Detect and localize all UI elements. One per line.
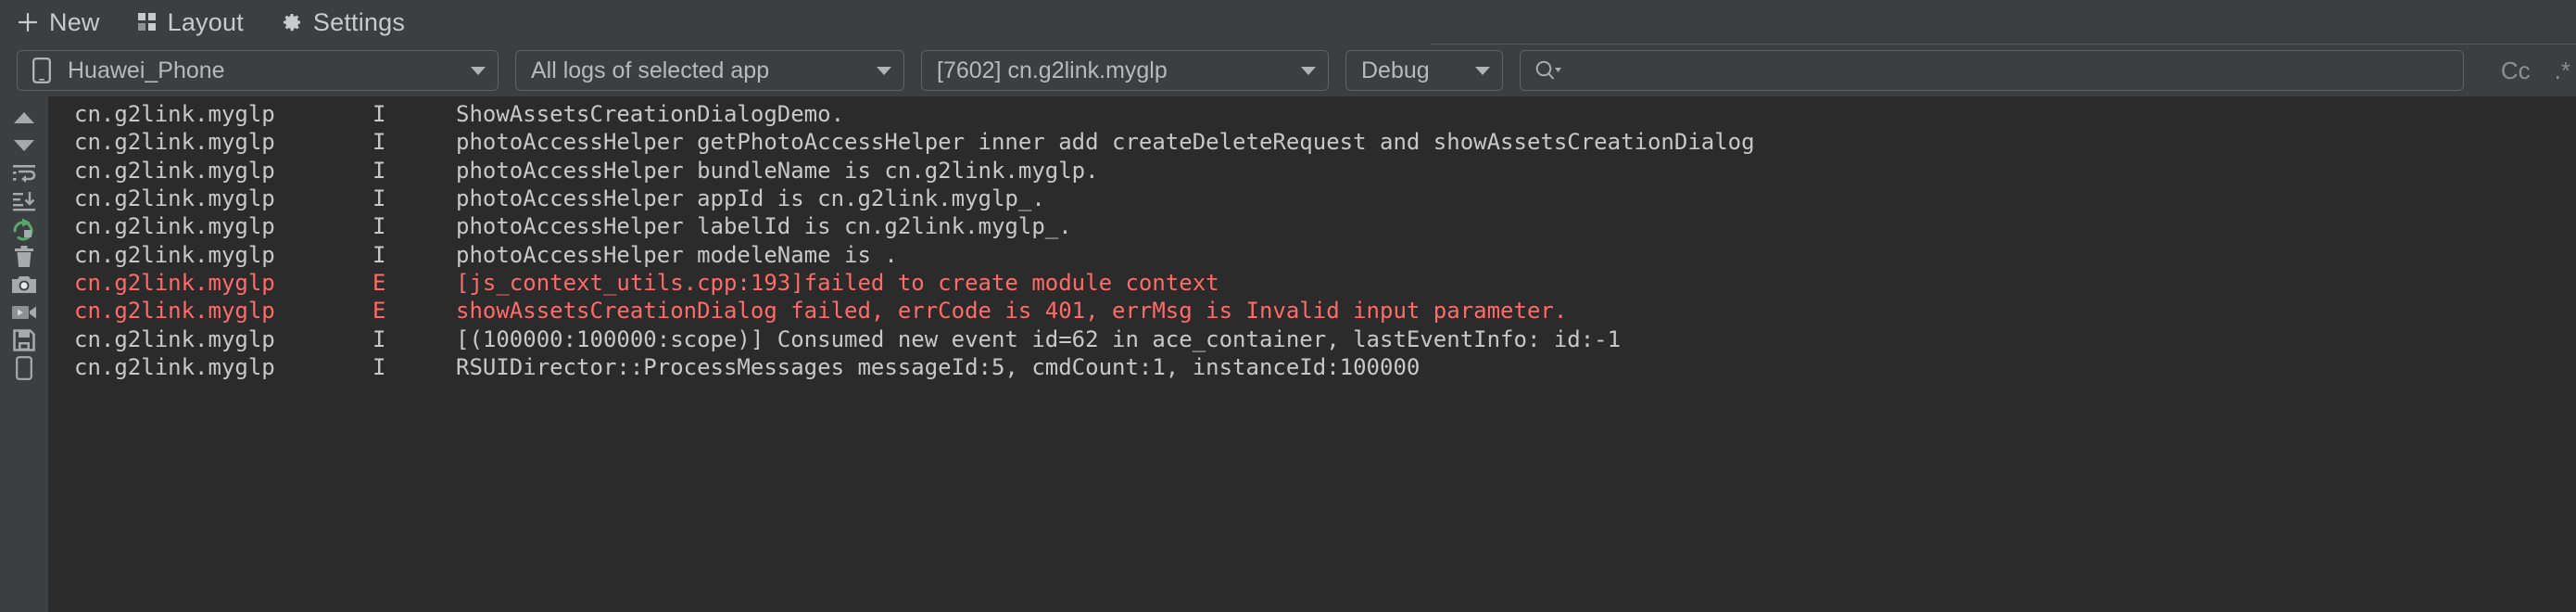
- search-input[interactable]: [1569, 57, 2450, 84]
- scroll-down-button[interactable]: [0, 132, 48, 159]
- log-line-level: I: [373, 185, 386, 212]
- layout-button[interactable]: Layout: [137, 8, 244, 37]
- save-button[interactable]: [0, 326, 48, 354]
- log-line-message: [(100000:100000:scope)] Consumed new eve…: [456, 325, 1622, 352]
- log-line[interactable]: cn.g2link.myglp IphotoAccessHelper getPho…: [48, 128, 2576, 156]
- filter-bar: Huawei_Phone All logs of selected app [7…: [0, 45, 2576, 96]
- screen-record-button[interactable]: [0, 299, 48, 326]
- log-scope-selector[interactable]: All logs of selected app: [515, 50, 904, 91]
- log-output[interactable]: cn.g2link.myglp I ShowAssetsCreationDialog…: [48, 96, 2576, 612]
- log-line-message: RSUIDirector::ProcessMessages messageId:…: [456, 353, 1421, 380]
- log-scope-selector-value: All logs of selected app: [531, 57, 770, 83]
- grid-icon: [137, 12, 158, 32]
- log-line-message: photoAccessHelper labelId is cn.g2link.m…: [456, 213, 1072, 240]
- log-line[interactable]: cn.g2link.myglp E [js_context_utils.cpp:19…: [48, 269, 2576, 297]
- layout-button-label: Layout: [167, 7, 244, 36]
- log-line-tag: cn.g2link.myglp: [74, 185, 275, 212]
- log-line-message: photoAccessHelper modeleName is .: [456, 241, 898, 268]
- log-line[interactable]: cn.g2link.myglp IphotoAccessHelper labelI…: [48, 212, 2576, 240]
- log-line-level: I: [373, 241, 386, 268]
- log-content-area: cn.g2link.myglp I ShowAssetsCreationDialog…: [0, 96, 2576, 612]
- regex-toggle[interactable]: .*: [2555, 57, 2570, 85]
- device-icon: [16, 356, 32, 380]
- log-level-selector-value: Debug: [1361, 57, 1430, 83]
- log-line[interactable]: cn.g2link.myglp IphotoAccessHelper bundle…: [48, 157, 2576, 185]
- log-line-level: I: [373, 353, 386, 380]
- video-camera-icon: [11, 303, 37, 322]
- log-line-tag: cn.g2link.myglp: [74, 298, 275, 325]
- log-line-level: I: [373, 157, 386, 184]
- restart-icon: [11, 217, 37, 241]
- log-line[interactable]: cn.g2link.myglp I ShowAssetsCreationDialog…: [48, 100, 2576, 128]
- search-icon: [1534, 58, 1561, 83]
- settings-button-label: Settings: [312, 7, 406, 36]
- process-selector[interactable]: [7602] cn.g2link.myglp: [921, 50, 1329, 91]
- restart-button[interactable]: [0, 215, 48, 243]
- log-line[interactable]: cn.g2link.myglp IphotoAccessHelper appId …: [48, 185, 2576, 212]
- search-box[interactable]: [1520, 50, 2464, 91]
- chevron-down-icon: [1454, 66, 1491, 76]
- camera-icon: [11, 274, 37, 295]
- log-line[interactable]: cn.g2link.myglp I RSUIDirector::ProcessMes…: [48, 353, 2576, 381]
- log-line[interactable]: cn.g2link.myglp EshowAssetsCreationDialog…: [48, 297, 2576, 325]
- log-sidebar-toolbar: [0, 96, 48, 612]
- log-line-tag: cn.g2link.myglp: [74, 101, 275, 128]
- clear-log-button[interactable]: [0, 243, 48, 271]
- plus-icon: [17, 11, 39, 33]
- log-line-level: E: [373, 298, 386, 325]
- log-line-message: ShowAssetsCreationDialogDemo.: [456, 101, 845, 128]
- device-selector[interactable]: Huawei_Phone: [17, 50, 499, 91]
- device-button[interactable]: [0, 354, 48, 382]
- log-line-tag: cn.g2link.myglp: [74, 325, 275, 352]
- scroll-up-icon: [12, 108, 36, 127]
- screenshot-button[interactable]: [0, 271, 48, 299]
- log-line-tag: cn.g2link.myglp: [74, 157, 275, 184]
- log-line-message: photoAccessHelper bundleName is cn.g2lin…: [456, 157, 1099, 184]
- match-case-toggle[interactable]: Cc: [2501, 57, 2531, 85]
- main-toolbar: New Layout Settings: [0, 0, 2576, 45]
- log-line-tag: cn.g2link.myglp: [74, 269, 275, 296]
- soft-wrap-button[interactable]: [0, 159, 48, 187]
- log-line-tag: cn.g2link.myglp: [74, 213, 275, 240]
- new-button[interactable]: New: [17, 8, 100, 37]
- gear-icon: [281, 11, 303, 33]
- log-line[interactable]: cn.g2link.myglp IphotoAccessHelper modele…: [48, 240, 2576, 268]
- log-line-level: I: [373, 129, 386, 156]
- chevron-down-icon: [855, 66, 892, 76]
- log-line-tag: cn.g2link.myglp: [74, 241, 275, 268]
- settings-button[interactable]: Settings: [281, 8, 405, 37]
- log-line-level: I: [373, 325, 386, 352]
- log-line-level: E: [373, 269, 386, 296]
- toolbar-divider: [1431, 44, 2576, 45]
- trash-icon: [13, 245, 35, 269]
- log-line-tag: cn.g2link.myglp: [74, 129, 275, 156]
- scroll-up-button[interactable]: [0, 104, 48, 132]
- soft-wrap-icon: [11, 162, 37, 185]
- log-line-message: photoAccessHelper appId is cn.g2link.myg…: [456, 185, 1045, 212]
- search-tools: Cc .*: [2481, 57, 2576, 85]
- log-line-level: I: [373, 101, 386, 128]
- chevron-down-icon: [1280, 66, 1317, 76]
- log-level-selector[interactable]: Debug: [1345, 50, 1503, 91]
- scroll-to-end-button[interactable]: [0, 187, 48, 215]
- log-line-tag: cn.g2link.myglp: [74, 353, 275, 380]
- scroll-down-icon: [12, 136, 36, 155]
- log-line-message: photoAccessHelper getPhotoAccessHelper i…: [456, 129, 1755, 156]
- save-icon: [13, 329, 35, 351]
- log-line-message: [js_context_utils.cpp:193]failed to crea…: [456, 269, 1219, 296]
- log-line-level: I: [373, 213, 386, 240]
- chevron-down-icon: [449, 66, 486, 76]
- device-selector-value: Huawei_Phone: [68, 57, 225, 83]
- new-button-label: New: [49, 7, 100, 36]
- log-line-message: showAssetsCreationDialog failed, errCode…: [456, 298, 1568, 325]
- phone-icon: [32, 57, 51, 83]
- process-selector-value: [7602] cn.g2link.myglp: [937, 57, 1168, 83]
- scroll-to-end-icon: [11, 190, 37, 212]
- log-line[interactable]: cn.g2link.myglp I [(100000:100000:scope)] …: [48, 325, 2576, 352]
